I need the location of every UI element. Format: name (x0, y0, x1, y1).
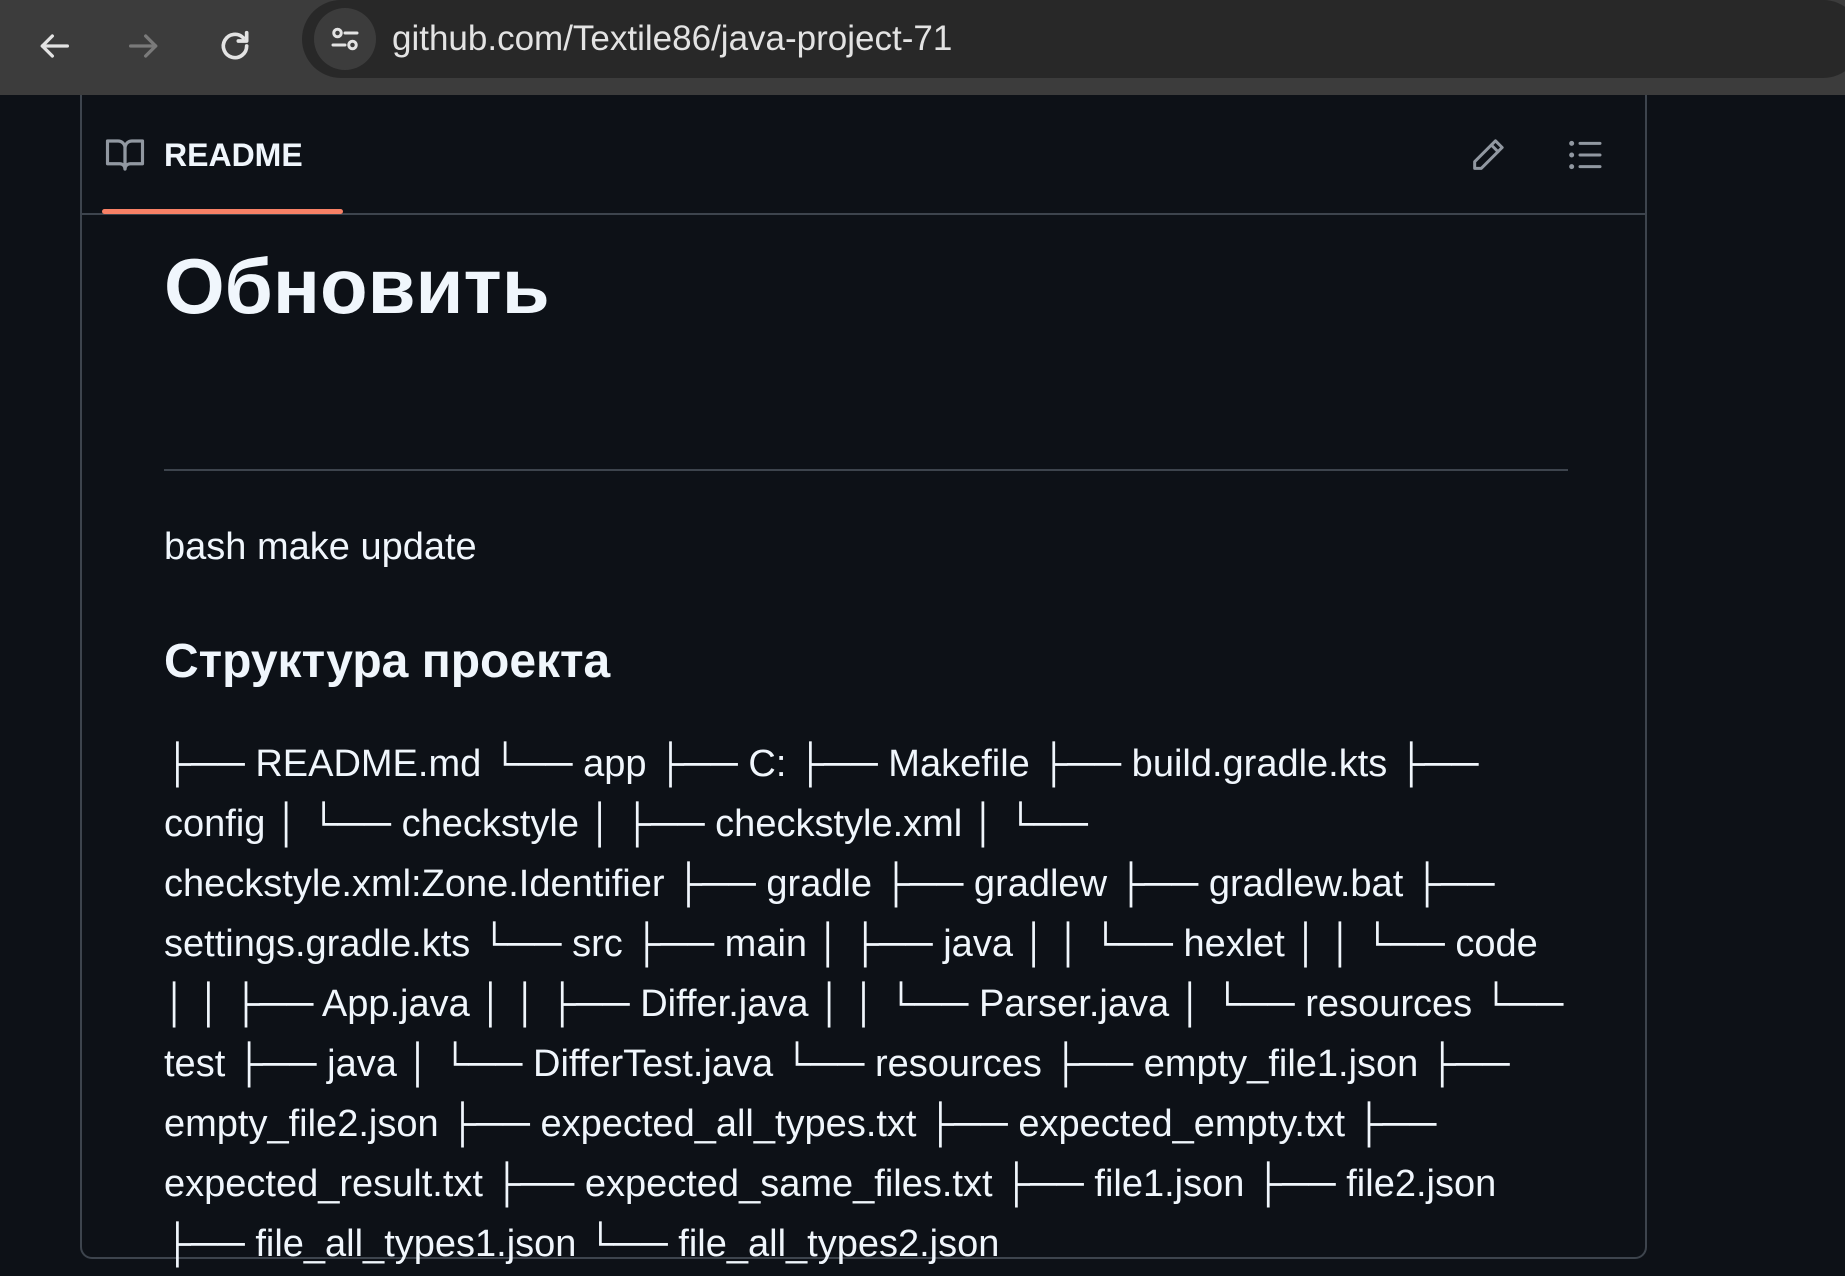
heading-divider (164, 469, 1568, 471)
back-button[interactable] (22, 14, 86, 78)
reload-button[interactable] (203, 14, 267, 78)
tune-icon (331, 27, 359, 51)
list-unordered-icon (1569, 140, 1602, 170)
forward-button[interactable] (112, 14, 176, 78)
arrow-left-icon (40, 34, 70, 58)
edit-file-button[interactable] (1466, 133, 1510, 177)
heading-project-structure: Структура проекта (164, 635, 611, 688)
readme-container: README Обновить bash make update Структу… (80, 95, 1647, 1265)
project-tree-text: ├── README.md └── app ├── C: ├── Makefil… (164, 743, 1564, 1265)
book-icon (104, 134, 146, 176)
pencil-icon (1473, 139, 1504, 170)
arrow-right-icon (129, 34, 158, 58)
heading-update: Обновить (164, 242, 550, 330)
browser-toolbar: github.com/Textile86/java-project-71 (0, 0, 1845, 95)
reload-icon (221, 30, 249, 60)
address-bar[interactable]: github.com/Textile86/java-project-71 (302, 0, 1845, 78)
outline-button[interactable] (1563, 133, 1607, 177)
site-info-button[interactable] (314, 8, 376, 70)
update-command-text: bash make update (164, 526, 477, 568)
url-text[interactable]: github.com/Textile86/java-project-71 (392, 17, 952, 61)
